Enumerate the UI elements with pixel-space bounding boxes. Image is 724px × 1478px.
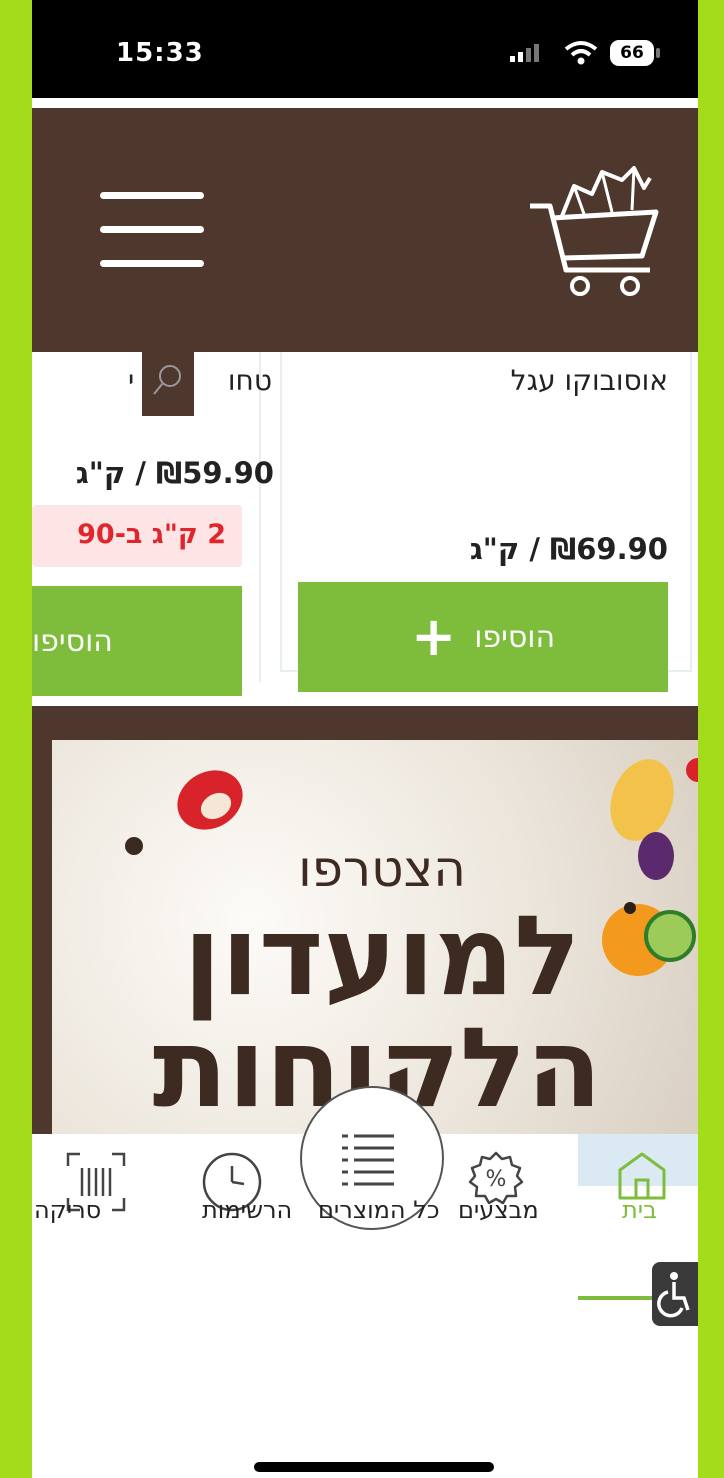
search-button[interactable]: [142, 352, 194, 416]
promo-text: 2 ק"ג ב-90: [77, 519, 226, 550]
add-to-cart-button[interactable]: הוסיפו +: [298, 582, 668, 692]
nav-label-scan[interactable]: סריקה: [34, 1196, 101, 1224]
banner-subtitle: הצטרפו: [298, 840, 466, 898]
hamburger-menu-button[interactable]: [100, 192, 204, 272]
phone-screen: 15:33 66 טחו י ₪59.90 / ק"ג 2 ק"ג ב-90 ה…: [32, 0, 698, 1478]
plus-icon: +: [410, 605, 457, 668]
product-name: טחו: [227, 364, 272, 397]
wifi-icon: [564, 41, 598, 65]
home-indicator: [254, 1462, 494, 1472]
nav-label-deals[interactable]: מבצעים: [458, 1196, 539, 1224]
loyalty-club-banner[interactable]: הצטרפו למועדון הלקוחות: [52, 740, 698, 1136]
product-name-tail: י: [128, 364, 135, 397]
accessibility-button[interactable]: [652, 1262, 698, 1326]
nav-label-lists[interactable]: הרשימות: [202, 1196, 292, 1224]
hamburger-icon: [100, 226, 204, 233]
product-price: ₪59.90 / ק"ג: [75, 456, 274, 490]
product-price: ₪69.90 / ק"ג: [469, 532, 668, 566]
add-label: הוסיפו: [474, 619, 556, 655]
home-icon[interactable]: [616, 1150, 668, 1202]
banner-title-line: למועדון: [183, 892, 581, 1020]
add-to-cart-button[interactable]: הוסיפו: [32, 586, 242, 696]
nav-label-all-products[interactable]: כל המוצרים: [318, 1196, 440, 1224]
hamburger-icon: [100, 260, 204, 267]
hamburger-icon: [100, 192, 204, 199]
battery-tip: [656, 48, 660, 58]
wheelchair-icon: [657, 1272, 690, 1318]
svg-text:%: %: [486, 1167, 507, 1192]
cellular-signal-icon: [510, 44, 539, 62]
search-icon: [153, 365, 181, 395]
add-label: הוסיפו: [32, 623, 113, 659]
shopping-cart-icon[interactable]: [522, 158, 672, 308]
nav-label-home[interactable]: בית: [622, 1196, 657, 1224]
status-time: 15:33: [116, 38, 204, 68]
battery-indicator: 66: [610, 40, 654, 66]
status-divider: [32, 98, 698, 108]
status-bar: 15:33 66: [32, 0, 698, 98]
promo-badge: 2 ק"ג ב-90: [32, 505, 242, 567]
product-name: אוסובוקו עגל: [510, 364, 668, 397]
